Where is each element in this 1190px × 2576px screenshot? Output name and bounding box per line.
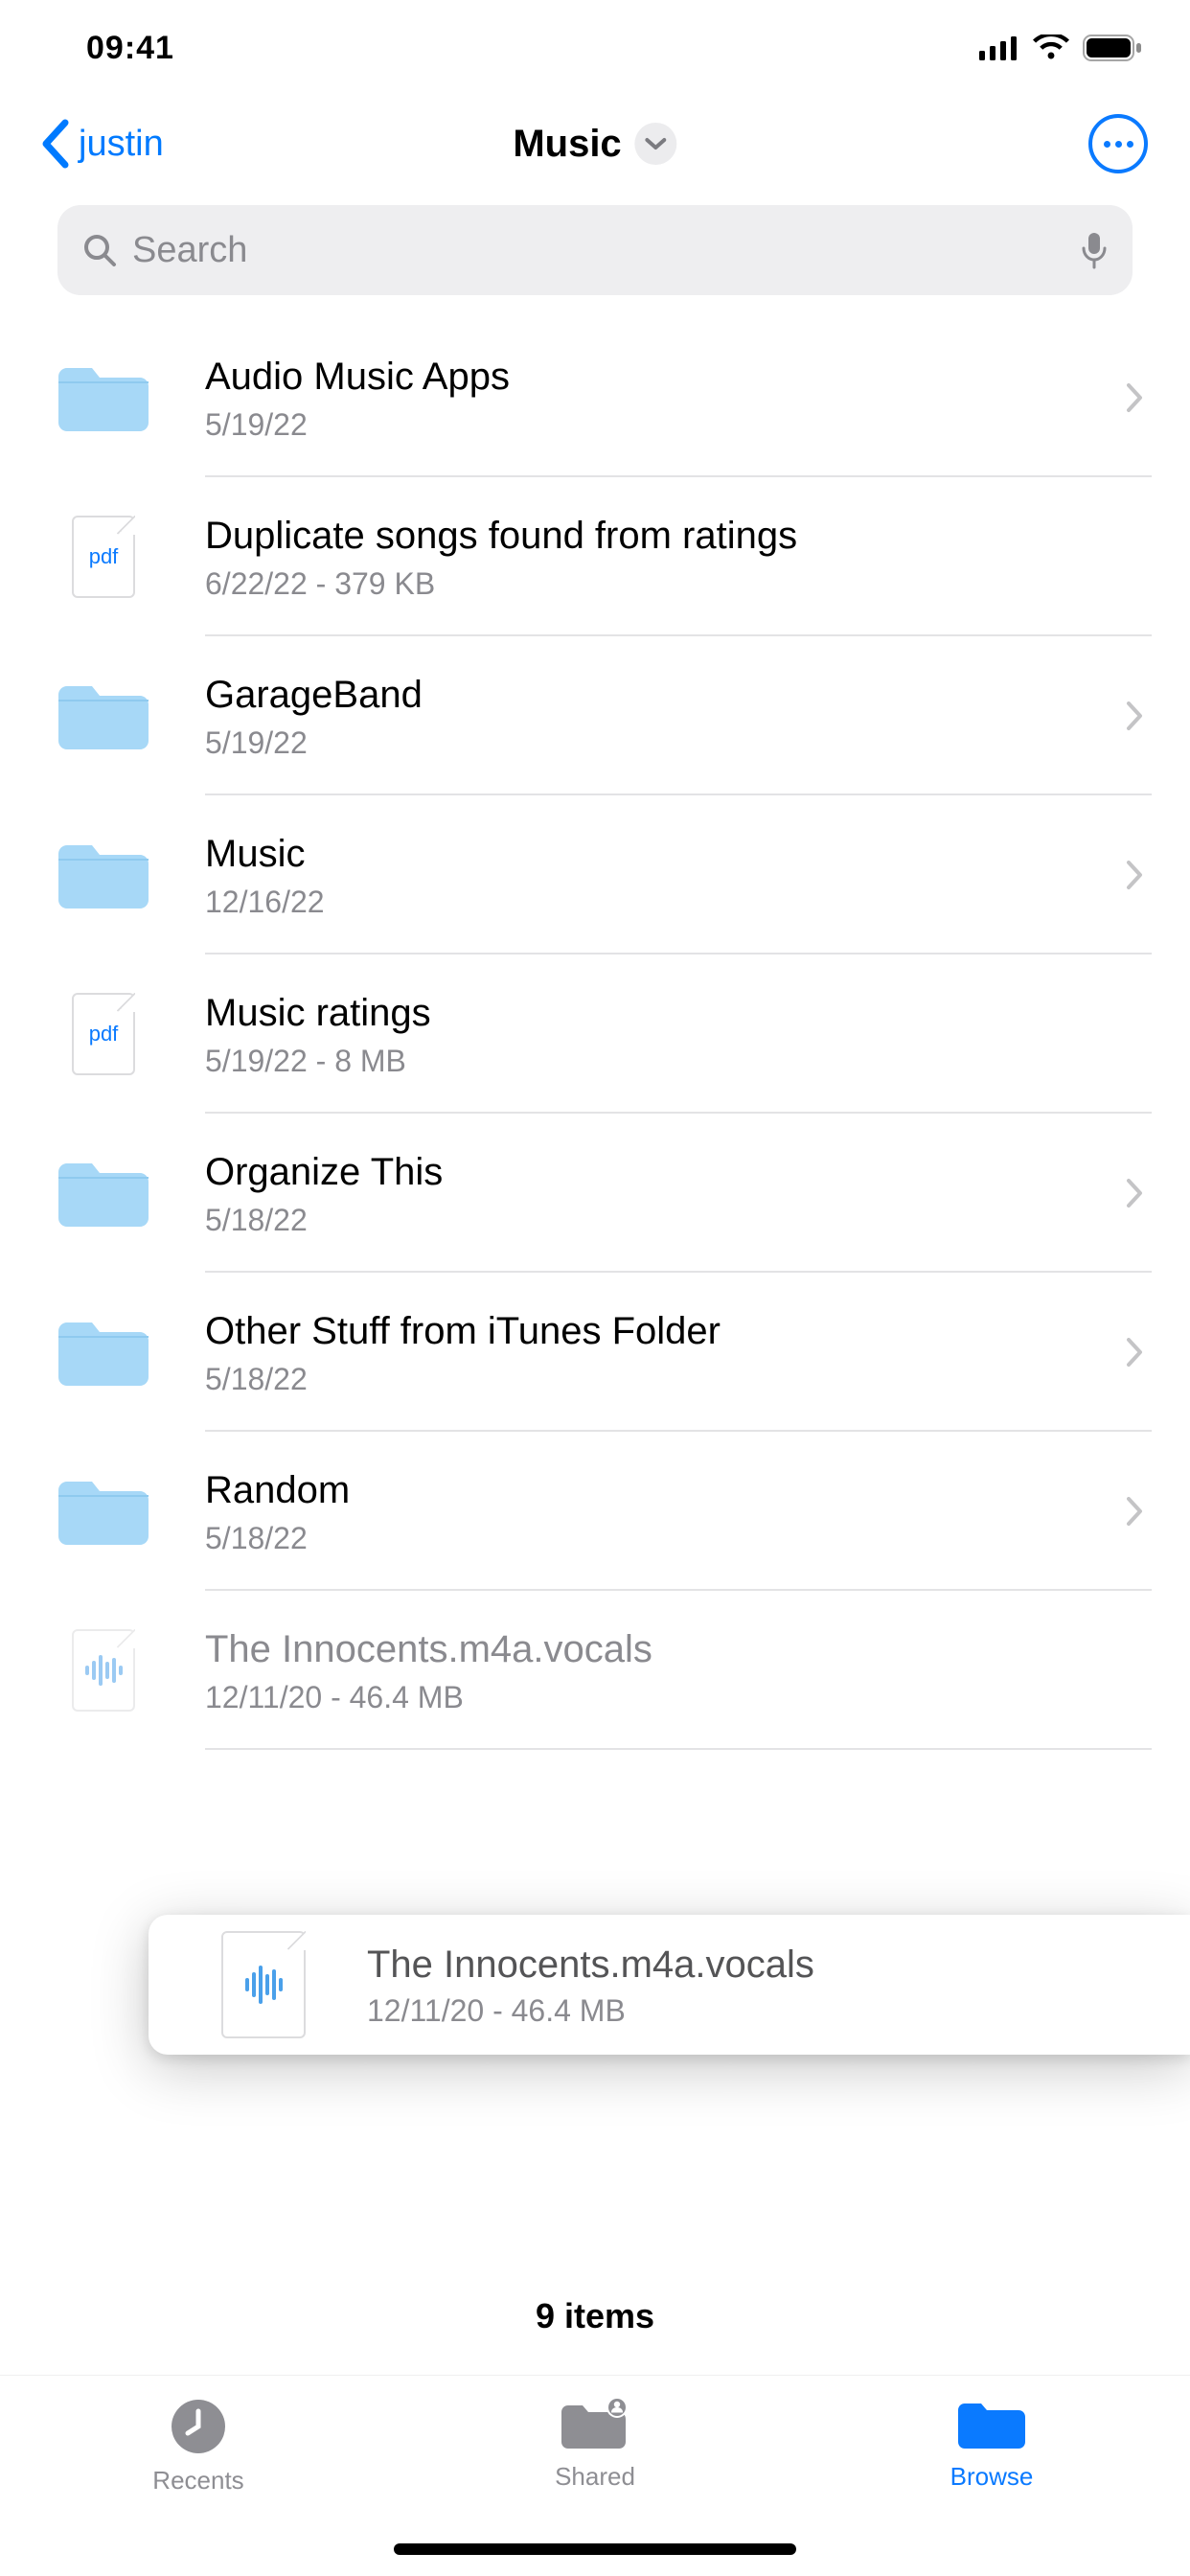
more-button[interactable] [1088, 114, 1148, 173]
drag-subtitle: 12/11/20 - 46.4 MB [367, 1993, 814, 2029]
folder-icon [54, 666, 153, 766]
tab-browse[interactable]: Browse [793, 2397, 1190, 2576]
status-indicators [979, 34, 1142, 61]
chevron-right-icon [1117, 701, 1152, 731]
item-subtitle: 5/18/22 [205, 1203, 1117, 1238]
item-subtitle: 6/22/22 - 379 KB [205, 566, 1117, 602]
folder-icon [54, 348, 153, 448]
item-title: Audio Music Apps [205, 354, 1117, 400]
item-title: Random [205, 1467, 1117, 1513]
title-menu-button[interactable] [635, 123, 677, 165]
search-input[interactable] [132, 230, 1065, 271]
file-row[interactable]: pdf Music ratings 5/19/22 - 8 MB [0, 954, 1190, 1114]
audio-file-icon [54, 1621, 153, 1720]
item-title: Organize This [205, 1149, 1117, 1195]
search-icon [82, 233, 117, 267]
search-field[interactable] [57, 205, 1133, 295]
item-title: Other Stuff from iTunes Folder [205, 1308, 1117, 1354]
folder-row[interactable]: Random 5/18/22 [0, 1432, 1190, 1591]
tab-label: Shared [555, 2462, 635, 2492]
file-row[interactable]: The Innocents.m4a.vocals 12/11/20 - 46.4 … [0, 1591, 1190, 1750]
tab-label: Recents [152, 2466, 243, 2496]
chevron-right-icon [1117, 1496, 1152, 1527]
item-subtitle: 5/19/22 [205, 725, 1117, 761]
audio-file-icon [221, 1931, 306, 2038]
search-row [0, 192, 1190, 318]
pdf-file-icon: pdf [54, 507, 153, 607]
folder-row[interactable]: Music 12/16/22 [0, 795, 1190, 954]
nav-bar: justin Music [0, 96, 1190, 192]
folder-icon [54, 1461, 153, 1561]
page-title: Music [513, 123, 621, 166]
folder-row[interactable]: Other Stuff from iTunes Folder 5/18/22 [0, 1273, 1190, 1432]
item-subtitle: 12/11/20 - 46.4 MB [205, 1680, 1117, 1715]
tab-label: Browse [950, 2462, 1034, 2492]
status-bar: 09:41 [0, 0, 1190, 96]
battery-icon [1083, 34, 1142, 61]
tab-recents[interactable]: Recents [0, 2397, 397, 2576]
back-button[interactable]: justin [38, 119, 164, 169]
home-indicator[interactable] [394, 2543, 796, 2555]
chevron-left-icon [38, 119, 73, 169]
item-title: Duplicate songs found from ratings [205, 513, 1117, 559]
dragged-item[interactable]: The Innocents.m4a.vocals 12/11/20 - 46.4… [149, 1915, 1190, 2055]
chevron-right-icon [1117, 860, 1152, 890]
status-time: 09:41 [86, 30, 174, 67]
folder-row[interactable]: Audio Music Apps 5/19/22 [0, 318, 1190, 477]
item-title: The Innocents.m4a.vocals [205, 1626, 1117, 1672]
folder-icon [954, 2397, 1029, 2452]
item-title: Music ratings [205, 990, 1117, 1036]
dictation-icon[interactable] [1081, 231, 1108, 269]
back-label: justin [79, 124, 164, 165]
separator [205, 1748, 1152, 1750]
item-title: Music [205, 831, 1117, 877]
item-subtitle: 5/19/22 [205, 407, 1117, 443]
folder-row[interactable]: Organize This 5/18/22 [0, 1114, 1190, 1273]
wifi-icon [1033, 34, 1069, 61]
item-subtitle: 5/19/22 - 8 MB [205, 1044, 1117, 1079]
chevron-right-icon [1117, 1178, 1152, 1208]
pdf-file-icon: pdf [54, 984, 153, 1084]
nav-title-group[interactable]: Music [513, 123, 676, 166]
chevron-right-icon [1117, 382, 1152, 413]
cellular-icon [979, 35, 1019, 60]
chevron-right-icon [1117, 1337, 1152, 1368]
file-row[interactable]: pdf Duplicate songs found from ratings 6/2… [0, 477, 1190, 636]
folder-icon [54, 1302, 153, 1402]
folder-icon [54, 825, 153, 925]
item-subtitle: 12/16/22 [205, 885, 1117, 920]
drag-title: The Innocents.m4a.vocals [367, 1942, 814, 1988]
item-subtitle: 5/18/22 [205, 1362, 1117, 1397]
item-subtitle: 5/18/22 [205, 1521, 1117, 1556]
item-title: GarageBand [205, 672, 1117, 718]
chevron-down-icon [646, 137, 667, 150]
folder-row[interactable]: GarageBand 5/19/22 [0, 636, 1190, 795]
folder-icon [54, 1143, 153, 1243]
item-count: 9 items [0, 2267, 1190, 2375]
shared-folder-icon [558, 2397, 632, 2452]
clock-icon [169, 2397, 228, 2456]
